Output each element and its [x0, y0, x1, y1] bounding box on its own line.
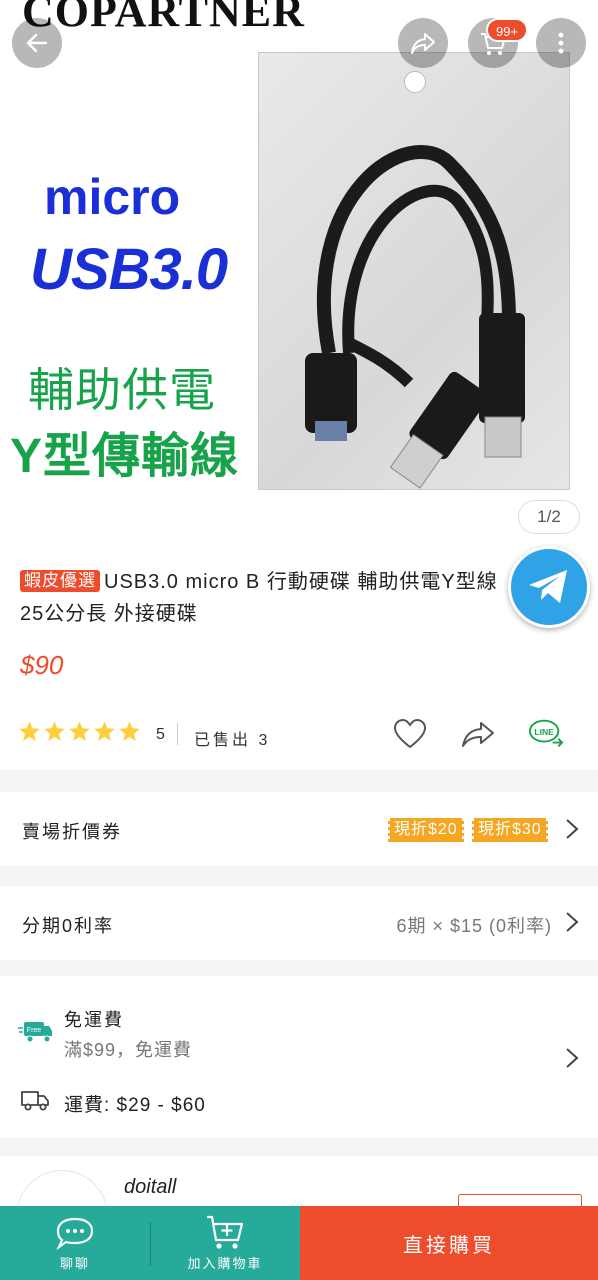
heart-icon [393, 719, 427, 749]
coupon-badge: 現折$30 [470, 818, 550, 842]
star-icon [19, 721, 40, 741]
bottom-divider [150, 1222, 151, 1266]
chat-bubble-icon [56, 1217, 94, 1251]
add-to-cart-label: 加入購物車 [187, 1256, 263, 1271]
installment-label: 分期0利率 [22, 916, 115, 936]
chevron-right-icon [566, 819, 579, 839]
arrow-left-icon [26, 33, 48, 53]
more-options-button[interactable] [536, 18, 586, 68]
more-vertical-icon [558, 32, 564, 54]
product-image[interactable]: COPARTNER micro USB3.0 輔助供電 Y型傳輸線 99+ 1/… [0, 0, 598, 540]
chevron-right-icon [566, 912, 579, 932]
svg-text:LINE: LINE [534, 727, 554, 737]
buy-now-button[interactable]: 直接購買 [300, 1206, 598, 1280]
coupon-label: 賣場折價券 [22, 822, 122, 842]
product-price: $90 [20, 650, 64, 680]
chat-label: 聊聊 [59, 1256, 90, 1271]
bottom-action-bar: 聊聊 加入購物車 直接購買 [0, 1206, 598, 1280]
back-button[interactable] [12, 18, 62, 68]
shop-coupon-row[interactable]: 賣場折價券 現折$20 現折$30 [0, 792, 598, 866]
star-icon [69, 721, 90, 741]
svg-text:Free: Free [27, 1027, 42, 1034]
free-shipping-detail: 滿$99，免運費 [64, 1040, 193, 1060]
free-shipping-title: 免運費 [64, 1010, 124, 1030]
truck-icon [21, 1091, 49, 1111]
share-button[interactable] [460, 716, 496, 752]
brand-logo-text: COPARTNER [22, 0, 305, 36]
star-icon [44, 721, 65, 741]
line-share-button[interactable]: LINE [528, 716, 564, 752]
share-icon [462, 722, 494, 747]
line-app-icon: LINE [528, 719, 564, 747]
sold-count: 已售出 3 [194, 732, 271, 749]
product-info-card: 蝦皮優選 USB3.0 micro B 行動硬碟 輔助供電Y型線 25公分長 外接… [0, 540, 598, 770]
share-icon [411, 33, 435, 54]
cart-count-badge: 99+ [486, 18, 529, 42]
add-cart-icon [207, 1215, 244, 1249]
telegram-icon [529, 570, 567, 603]
share-top-button[interactable] [398, 18, 448, 68]
star-icon [119, 721, 140, 741]
seller-name[interactable]: doitall [124, 1176, 176, 1199]
star-icon [94, 721, 115, 741]
image-pager: 1/2 [518, 500, 580, 534]
shipping-fee: 運費: $29 - $60 [64, 1095, 206, 1116]
product-title: 蝦皮優選 USB3.0 micro B 行動硬碟 輔助供電Y型線 25公分長 外接… [20, 566, 520, 630]
free-shipping-truck-icon: Free [18, 1022, 52, 1043]
add-to-cart-button[interactable]: 加入購物車 [150, 1206, 300, 1280]
telegram-floating-button[interactable] [508, 546, 590, 628]
rating-stars [18, 720, 141, 743]
rating-divider [177, 723, 178, 745]
preferred-seller-tag: 蝦皮優選 [20, 570, 100, 592]
installment-value: 6期 × $15 (0利率) [396, 916, 552, 936]
rating-value: 5 [156, 726, 165, 743]
cable-package-photo [258, 52, 570, 490]
promo-text-usb: USB3.0 [30, 237, 228, 302]
shipping-row[interactable]: Free 免運費 滿$99，免運費 運費: $29 - $60 [0, 976, 598, 1138]
coupon-badge: 現折$20 [386, 818, 466, 842]
chat-button[interactable]: 聊聊 [0, 1206, 150, 1280]
installment-row[interactable]: 分期0利率 6期 × $15 (0利率) [0, 886, 598, 960]
promo-text-aux-power: 輔助供電 [28, 364, 216, 416]
promo-text-y-cable: Y型傳輸線 [10, 430, 240, 483]
chevron-right-icon [566, 1048, 579, 1068]
favorite-button[interactable] [392, 716, 428, 752]
promo-text-micro: micro [44, 169, 181, 225]
usb-cable-illustration [305, 145, 525, 489]
